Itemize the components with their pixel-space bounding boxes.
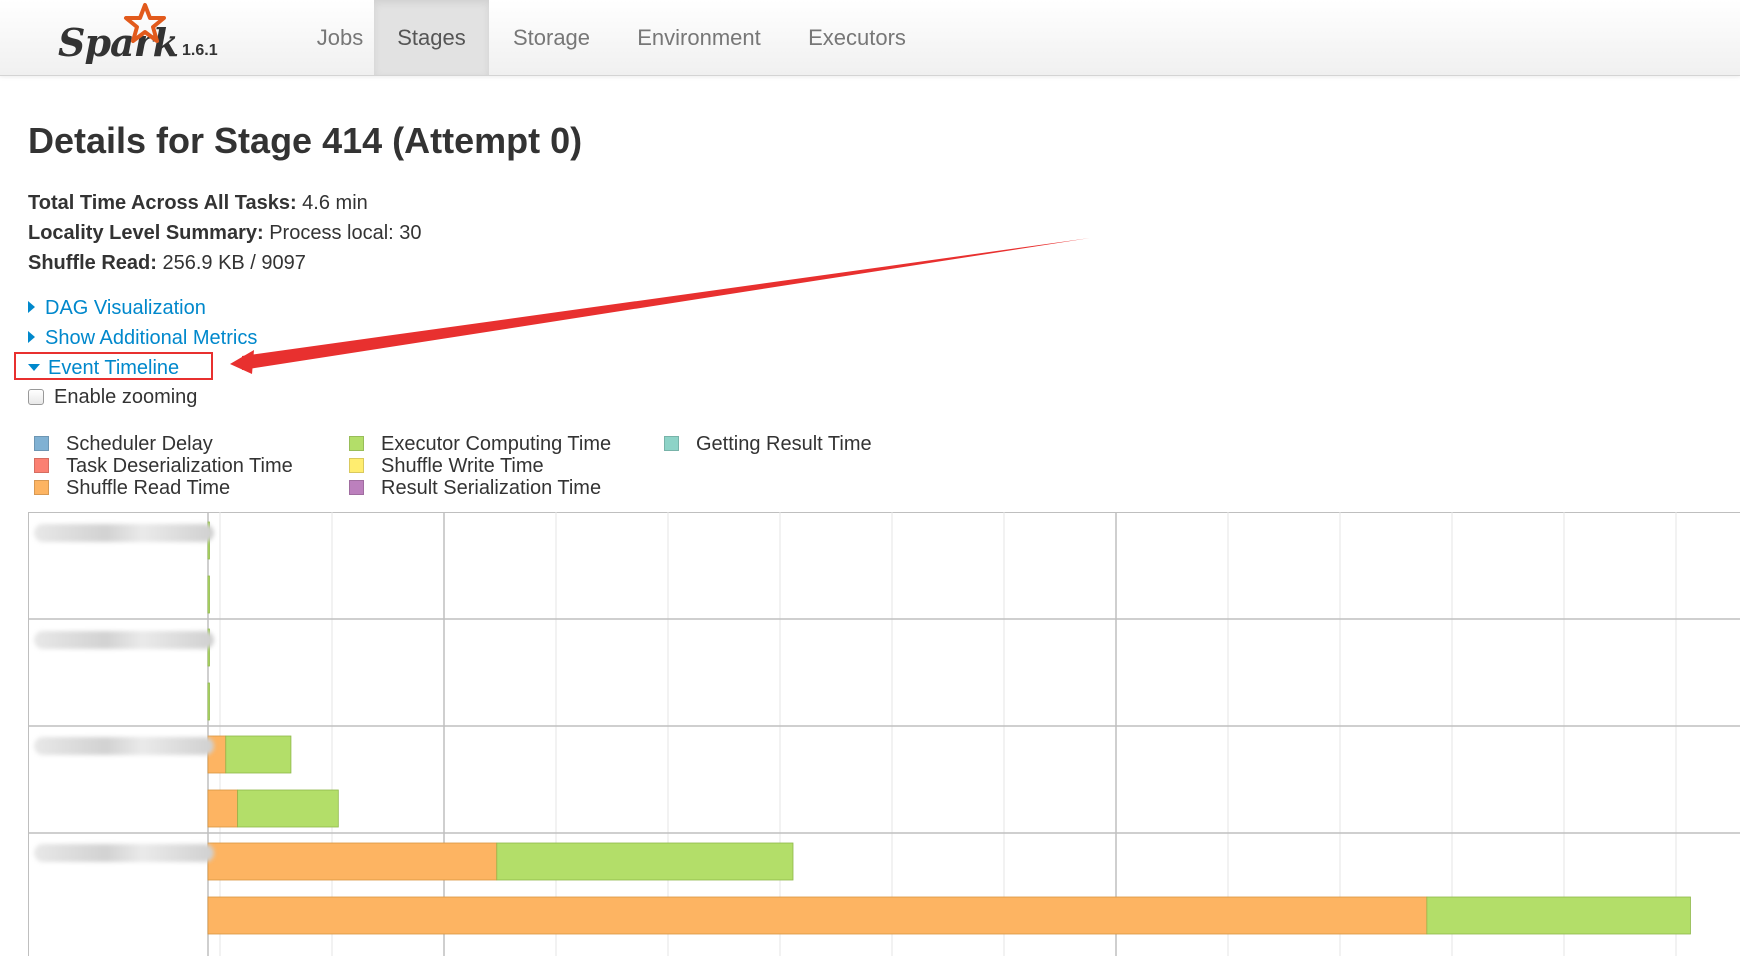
shuffle-read-label: Shuffle Read: [28, 252, 157, 274]
legend-task-deserialization: Task Deserialization Time [34, 455, 293, 478]
spark-version: 1.6.1 [182, 42, 218, 59]
legend-swatch [664, 436, 679, 451]
shuffle-read-value: 256.9 KB / 9097 [162, 252, 306, 274]
summary-total-time: Total Time Across All Tasks: 4.6 min [28, 192, 368, 215]
legend-scheduler-delay: Scheduler Delay [34, 433, 213, 456]
legend-swatch [349, 480, 364, 495]
task-bar-executor-computing [207, 575, 210, 614]
dag-visualization-toggle[interactable]: DAG Visualization [28, 297, 206, 320]
spark-logo[interactable]: Spark 1.6.1 [56, 2, 226, 72]
legend-shuffle-read: Shuffle Read Time [34, 477, 230, 500]
legend-label: Executor Computing Time [381, 433, 612, 455]
legend-swatch [34, 458, 49, 473]
blurred-executor-label [34, 524, 214, 542]
enable-zooming-label: Enable zooming [54, 386, 198, 408]
summary-locality: Locality Level Summary: Process local: 3… [28, 222, 422, 245]
tab-executors[interactable]: Executors [796, 0, 918, 75]
task-bar-executor-computing [225, 735, 292, 774]
blurred-executor-label [34, 631, 214, 649]
legend-swatch [34, 480, 49, 495]
locality-label: Locality Level Summary: [28, 222, 264, 244]
legend-executor-computing: Executor Computing Time [349, 433, 611, 456]
task-bar-executor-computing [237, 789, 339, 828]
task-bar-shuffle-read [207, 896, 1428, 935]
top-navbar: Spark 1.6.1 Jobs Stages Storage Environm… [0, 0, 1740, 76]
tab-environment[interactable]: Environment [626, 0, 772, 75]
annotation-highlight-box [14, 352, 213, 380]
timeline-chart[interactable] [28, 512, 1740, 956]
legend-label: Scheduler Delay [66, 433, 213, 455]
task-bar-shuffle-read [207, 789, 239, 828]
caret-right-icon [28, 301, 35, 313]
blurred-executor-label [34, 844, 214, 862]
additional-metrics-label: Show Additional Metrics [45, 327, 258, 349]
enable-zooming-row[interactable]: Enable zooming [28, 386, 197, 409]
annotation-arrow-shaft [242, 238, 1090, 370]
tab-stages[interactable]: Stages [374, 0, 489, 75]
tab-storage[interactable]: Storage [494, 0, 609, 75]
total-time-value: 4.6 min [302, 192, 368, 214]
blurred-executor-label [34, 737, 214, 755]
locality-value: Process local: 30 [269, 222, 422, 244]
legend-swatch [349, 436, 364, 451]
legend-swatch [349, 458, 364, 473]
legend-label: Shuffle Read Time [66, 477, 231, 499]
legend-label: Shuffle Write Time [381, 455, 544, 477]
annotation-arrow-head [230, 350, 254, 374]
summary-shuffle-read: Shuffle Read: 256.9 KB / 9097 [28, 252, 306, 275]
additional-metrics-toggle[interactable]: Show Additional Metrics [28, 327, 257, 350]
task-bar-shuffle-read [207, 842, 498, 881]
legend-shuffle-write: Shuffle Write Time [349, 455, 544, 478]
timeline-frame [28, 512, 1740, 956]
event-timeline[interactable] [28, 512, 1740, 956]
legend-getting-result: Getting Result Time [664, 433, 872, 456]
caret-right-icon [28, 331, 35, 343]
enable-zooming-checkbox[interactable] [28, 389, 44, 405]
legend-label: Result Serialization Time [381, 477, 602, 499]
spark-star-icon [124, 3, 166, 43]
legend-label: Task Deserialization Time [66, 455, 293, 477]
task-bar-executor-computing [1426, 896, 1691, 935]
dag-visualization-label: DAG Visualization [45, 297, 206, 319]
legend-result-serialization: Result Serialization Time [349, 477, 601, 500]
total-time-label: Total Time Across All Tasks: [28, 192, 297, 214]
page-title: Details for Stage 414 (Attempt 0) [28, 120, 583, 161]
legend-swatch [34, 436, 49, 451]
task-bar-executor-computing [207, 682, 210, 721]
task-bar-executor-computing [496, 842, 794, 881]
legend-label: Getting Result Time [696, 433, 872, 455]
